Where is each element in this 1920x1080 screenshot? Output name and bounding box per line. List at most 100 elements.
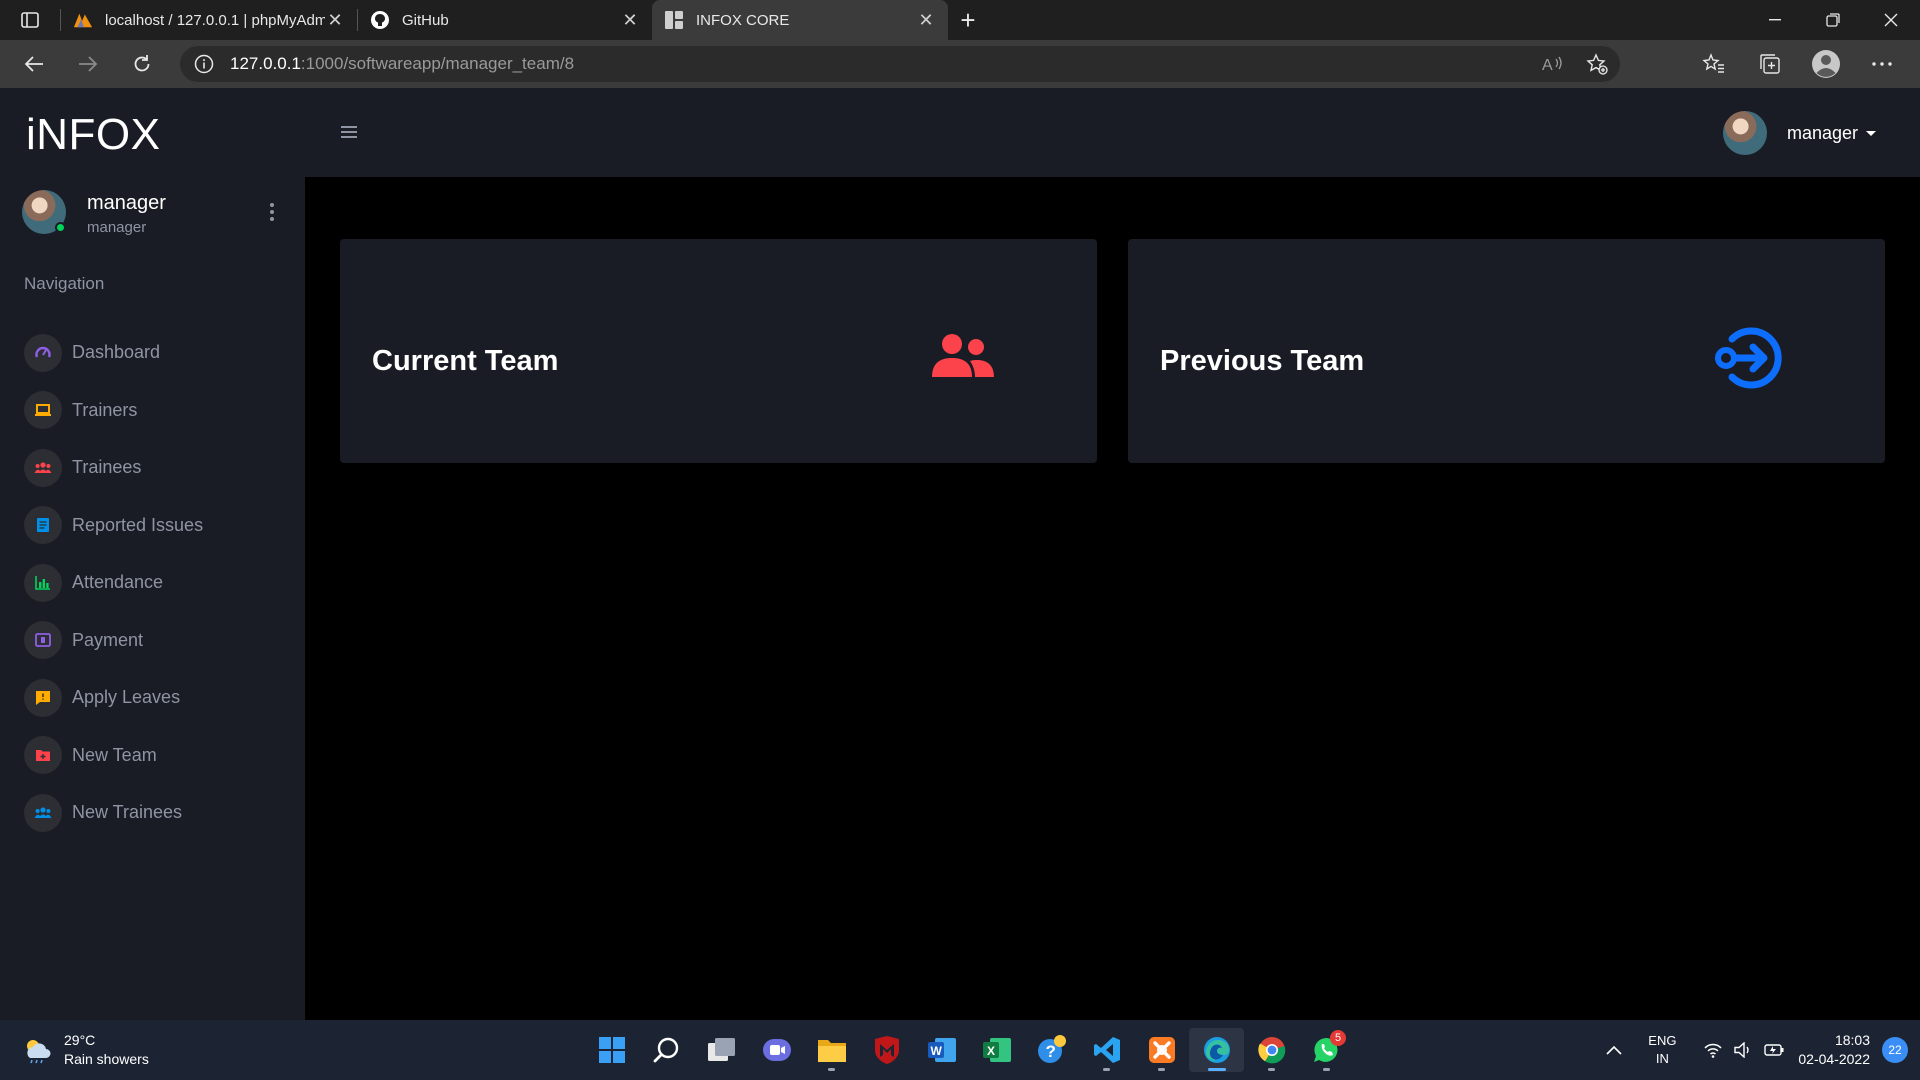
chevron-up-icon bbox=[1606, 1045, 1622, 1055]
task-view-icon bbox=[707, 1038, 735, 1061]
edge-icon bbox=[1203, 1037, 1230, 1063]
address-bar[interactable]: 127.0.0.1:1000/softwareapp/manager_team/… bbox=[180, 46, 1620, 82]
user-group-icon bbox=[930, 333, 996, 384]
running-indicator bbox=[1103, 1068, 1110, 1071]
message-icon bbox=[24, 678, 62, 717]
search-button[interactable] bbox=[639, 1028, 694, 1072]
read-aloud-icon[interactable]: A bbox=[1542, 54, 1564, 74]
profile-menu-kebab-icon[interactable] bbox=[262, 200, 282, 224]
refresh-button[interactable] bbox=[115, 40, 169, 88]
sidebar-item-new-trainees[interactable]: New Trainees bbox=[24, 784, 294, 842]
settings-more-button[interactable] bbox=[1854, 40, 1910, 88]
tab-title: INFOX CORE bbox=[696, 11, 790, 29]
sidebar-item-new-team[interactable]: New Team bbox=[24, 727, 294, 785]
sidebar-item-label: Payment bbox=[72, 629, 144, 650]
weather-description: Rain showers bbox=[64, 1051, 149, 1067]
browser-toolbar: 127.0.0.1:1000/softwareapp/manager_team/… bbox=[0, 40, 1920, 88]
svg-text:A: A bbox=[1542, 57, 1553, 74]
language-indicator[interactable]: ENG IN bbox=[1634, 1032, 1690, 1068]
user-dropdown[interactable]: manager bbox=[1722, 110, 1876, 156]
sidebar-item-label: Reported Issues bbox=[72, 514, 204, 535]
get-help-button[interactable]: ? bbox=[1024, 1028, 1079, 1072]
start-button[interactable] bbox=[584, 1028, 639, 1072]
tab-actions-icon bbox=[21, 12, 39, 28]
vscode-icon bbox=[1093, 1037, 1120, 1063]
arrow-right-icon bbox=[79, 56, 98, 72]
add-favorite-icon[interactable] bbox=[1586, 53, 1608, 75]
running-indicator bbox=[1158, 1068, 1165, 1071]
help-icon: ? bbox=[1037, 1035, 1066, 1063]
phpmyadmin-icon bbox=[73, 10, 93, 30]
sidebar-item-dashboard[interactable]: Dashboard bbox=[24, 324, 294, 382]
notification-center-badge[interactable]: 22 bbox=[1882, 1037, 1908, 1063]
profile-name: manager bbox=[87, 192, 166, 214]
windows-logo-icon bbox=[598, 1037, 625, 1063]
sidebar-item-trainees[interactable]: Trainees bbox=[24, 439, 294, 497]
show-hidden-icons-button[interactable] bbox=[1594, 1045, 1634, 1055]
clock-time: 18:03 bbox=[1834, 1032, 1870, 1048]
teams-chat-button[interactable] bbox=[749, 1028, 804, 1072]
back-button[interactable] bbox=[7, 40, 61, 88]
close-window-button[interactable] bbox=[1862, 0, 1920, 40]
edge-button[interactable] bbox=[1189, 1028, 1244, 1072]
tab-infox-core[interactable]: INFOX CORE ✕ bbox=[652, 0, 948, 40]
tab-github[interactable]: GitHub ✕ bbox=[358, 0, 652, 40]
document-icon bbox=[24, 506, 62, 545]
minimize-button[interactable] bbox=[1746, 0, 1804, 40]
profile-role: manager bbox=[87, 219, 147, 236]
sidebar-item-trainers[interactable]: Trainers bbox=[24, 382, 294, 440]
menu-toggle-icon[interactable] bbox=[341, 126, 357, 138]
wifi-icon bbox=[1704, 1043, 1722, 1058]
weather-widget[interactable]: 29°C Rain showers bbox=[22, 1030, 149, 1070]
file-explorer-button[interactable] bbox=[804, 1028, 859, 1072]
close-icon[interactable]: ✕ bbox=[916, 10, 936, 30]
info-icon[interactable] bbox=[194, 54, 214, 74]
running-indicator bbox=[1207, 1068, 1226, 1071]
close-icon[interactable]: ✕ bbox=[325, 10, 345, 30]
forward-button[interactable] bbox=[61, 40, 115, 88]
restore-icon bbox=[1826, 13, 1840, 27]
window-controls bbox=[1746, 0, 1920, 40]
xampp-button[interactable] bbox=[1134, 1028, 1189, 1072]
sidebar-item-attendance[interactable]: Attendance bbox=[24, 554, 294, 612]
brand-logo[interactable]: iNFOX bbox=[26, 110, 161, 160]
mcafee-button[interactable] bbox=[859, 1028, 914, 1072]
quick-settings[interactable] bbox=[1690, 1042, 1798, 1058]
excel-button[interactable]: X bbox=[969, 1028, 1024, 1072]
url-text[interactable]: 127.0.0.1:1000/softwareapp/manager_team/… bbox=[230, 54, 574, 74]
collections-button[interactable] bbox=[1742, 40, 1798, 88]
svg-text:X: X bbox=[987, 1044, 995, 1058]
whatsapp-button[interactable]: 5 bbox=[1299, 1028, 1354, 1072]
tab-actions-button[interactable] bbox=[0, 0, 60, 40]
nav-heading: Navigation bbox=[24, 274, 105, 293]
tab-phpmyadmin[interactable]: localhost / 127.0.0.1 | phpMyAdmin ✕ bbox=[61, 0, 357, 40]
running-indicator bbox=[828, 1068, 835, 1071]
main-content: Current Team Previous Team bbox=[305, 177, 1920, 1020]
bar-chart-icon bbox=[24, 563, 62, 602]
restore-button[interactable] bbox=[1804, 0, 1862, 40]
sidebar-item-payment[interactable]: Payment bbox=[24, 612, 294, 670]
favorites-button[interactable] bbox=[1686, 40, 1742, 88]
chrome-button[interactable] bbox=[1244, 1028, 1299, 1072]
sidebar-item-label: Dashboard bbox=[72, 342, 161, 363]
avatar bbox=[1722, 111, 1767, 155]
word-button[interactable]: W bbox=[914, 1028, 969, 1072]
new-tab-button[interactable]: + bbox=[948, 0, 988, 40]
notification-badge: 5 bbox=[1330, 1030, 1346, 1046]
excel-icon: X bbox=[982, 1038, 1011, 1062]
favorites-icon bbox=[1702, 53, 1724, 73]
vscode-button[interactable] bbox=[1079, 1028, 1134, 1072]
previous-team-card[interactable]: Previous Team bbox=[1128, 239, 1885, 463]
avatar[interactable] bbox=[22, 190, 66, 234]
close-icon[interactable]: ✕ bbox=[620, 10, 640, 30]
clock[interactable]: 18:03 02-04-2022 bbox=[1798, 1031, 1882, 1069]
sidebar-item-apply-leaves[interactable]: Apply Leaves bbox=[24, 669, 294, 727]
caret-down-icon bbox=[1866, 130, 1876, 136]
current-team-card[interactable]: Current Team bbox=[340, 239, 1097, 463]
rain-cloud-icon bbox=[27, 1040, 51, 1064]
task-view-button[interactable] bbox=[694, 1028, 749, 1072]
battery-icon bbox=[1764, 1044, 1784, 1056]
sidebar-item-label: New Team bbox=[72, 744, 157, 765]
sidebar-item-reported-issues[interactable]: Reported Issues bbox=[24, 497, 294, 555]
profile-button[interactable] bbox=[1798, 40, 1854, 88]
